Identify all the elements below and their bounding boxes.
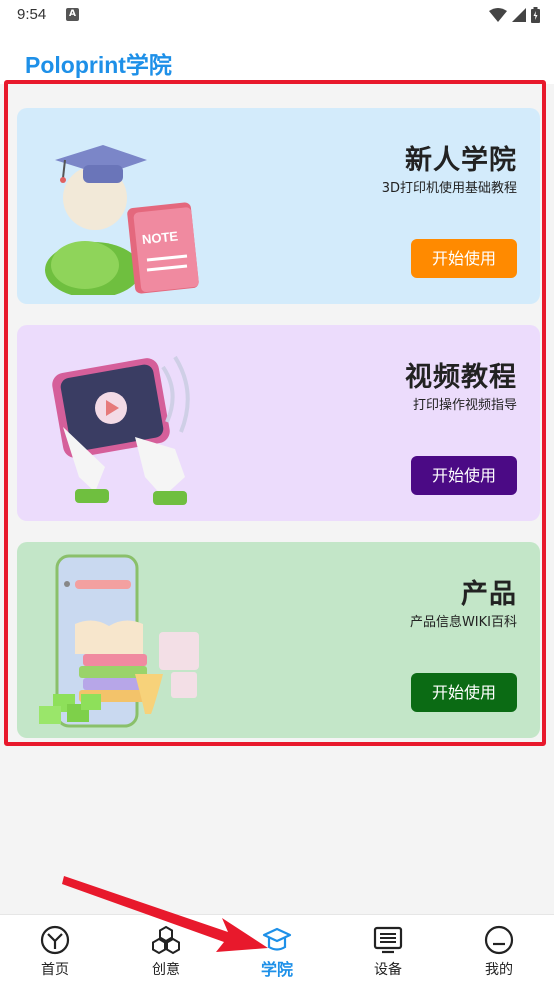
- page-title: Poloprint学院: [25, 52, 172, 78]
- profile-face-icon: [484, 925, 514, 955]
- signal-icon: [512, 8, 526, 22]
- wifi-icon: [489, 8, 507, 22]
- nav-label: 创意: [152, 962, 180, 978]
- nav-label: 学院: [260, 960, 293, 979]
- status-icons: [489, 7, 540, 23]
- graduation-cap-icon: [262, 927, 292, 951]
- clock-icon: [40, 925, 70, 955]
- app-header: Poloprint学院: [0, 32, 554, 84]
- status-time: 9:54: [17, 6, 47, 23]
- nav-item-home[interactable]: 首页: [0, 915, 110, 985]
- nav-label: 设备: [374, 962, 402, 978]
- nav-item-device[interactable]: 设备: [333, 915, 443, 985]
- nav-label: 首页: [41, 962, 69, 978]
- device-list-icon: [373, 926, 403, 954]
- bottom-nav: 首页 创意 学院 设备 我的: [0, 914, 554, 985]
- highlight-box: [4, 80, 546, 746]
- nav-item-creative[interactable]: 创意: [111, 915, 221, 985]
- hexagons-icon: [152, 925, 180, 955]
- notification-icon: A: [66, 8, 79, 21]
- nav-label: 我的: [485, 962, 513, 978]
- nav-item-profile[interactable]: 我的: [444, 915, 554, 985]
- battery-icon: [531, 7, 540, 23]
- nav-item-academy[interactable]: 学院: [222, 915, 332, 985]
- status-bar: 9:54 A: [0, 0, 554, 32]
